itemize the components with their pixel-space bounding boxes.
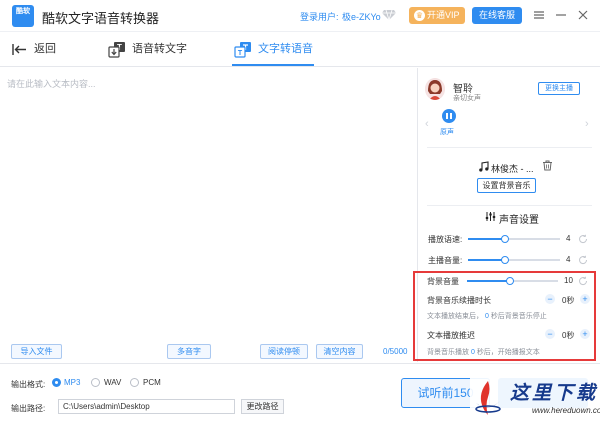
- output-path-field[interactable]: [58, 399, 235, 414]
- background-volume-label: 背景音量: [427, 277, 459, 286]
- diamond-icon: [382, 9, 396, 21]
- tab-speech-to-text-label: 语音转文字: [132, 43, 187, 55]
- volume-slider[interactable]: [468, 256, 560, 264]
- reset-volume-icon[interactable]: [578, 255, 588, 265]
- close-icon[interactable]: [577, 9, 589, 21]
- background-duration-decrease-button[interactable]: −: [545, 294, 555, 304]
- tab-text-to-speech[interactable]: T 文字转语音: [234, 33, 313, 67]
- format-mp3-label[interactable]: MP3: [64, 378, 80, 387]
- tab-speech-to-text[interactable]: T 语音转文字: [108, 33, 187, 67]
- output-path-label: 输出路径:: [11, 404, 46, 413]
- format-wav-radio[interactable]: [91, 378, 100, 387]
- hint-text: 秒后，开始播报文本: [476, 349, 540, 356]
- background-music-name: 林俊杰 - ...: [491, 164, 534, 174]
- format-mp3-radio[interactable]: [52, 378, 61, 387]
- text-delay-label: 文本播放推迟: [427, 331, 475, 340]
- voice-description: 亲切女声: [453, 95, 481, 102]
- hint-text: 秒后背景音乐停止: [490, 313, 547, 320]
- text-input[interactable]: [0, 68, 417, 338]
- text-to-speech-icon: T: [234, 42, 251, 58]
- open-vip-button[interactable]: ♛ 开通VIP: [409, 7, 465, 24]
- output-format-label: 输出格式:: [11, 380, 46, 389]
- watermark: 这里下载 www.hereduown.com: [470, 376, 600, 422]
- hint-value: 0: [484, 313, 489, 320]
- chevron-right-icon[interactable]: ›: [585, 118, 589, 130]
- reset-background-volume-icon[interactable]: [578, 276, 588, 286]
- active-tab-indicator: [232, 64, 314, 66]
- divider: [427, 205, 592, 206]
- volume-slider-handle[interactable]: [501, 256, 509, 264]
- watermark-logo-icon: [475, 381, 501, 415]
- background-duration-value: 0秒: [562, 296, 575, 305]
- change-voice-button[interactable]: 更换主播: [538, 82, 580, 95]
- chevron-left-icon[interactable]: ‹: [425, 118, 429, 130]
- background-volume-slider-handle[interactable]: [506, 277, 514, 285]
- sliders-icon: [485, 212, 496, 221]
- text-delay-decrease-button[interactable]: −: [545, 329, 555, 339]
- clear-content-button[interactable]: 清空内容: [316, 344, 363, 359]
- reading-pause-button[interactable]: 阅读停顿: [260, 344, 308, 359]
- back-arrow-icon: [12, 44, 26, 55]
- divider: [427, 147, 592, 148]
- background-volume-slider-fill: [467, 280, 510, 282]
- text-delay-hint: 背景音乐播放 0 秒后，开始播报文本: [427, 347, 540, 357]
- vip-crown-icon: ♛: [414, 10, 425, 21]
- online-service-button[interactable]: 在线客服: [472, 7, 522, 24]
- trash-icon[interactable]: [542, 160, 553, 171]
- app-title: 酷软文字语音转换器: [42, 11, 160, 26]
- sound-settings-title: 声音设置: [499, 215, 539, 226]
- background-duration-label: 背景音乐续播时长: [427, 296, 491, 305]
- hint-text: 背景音乐播放: [427, 349, 469, 356]
- character-count: 0/5000: [383, 347, 408, 356]
- back-label: 返回: [34, 43, 56, 55]
- volume-label: 主播音量:: [428, 256, 463, 265]
- watermark-text: 这里下载: [510, 382, 599, 404]
- text-editor-area: 导入文件 多音字 阅读停顿 清空内容 0/5000: [0, 68, 418, 362]
- volume-value: 4: [566, 255, 571, 264]
- text-delay-increase-button[interactable]: +: [580, 329, 590, 339]
- open-vip-label: 开通VIP: [427, 10, 460, 20]
- voice-avatar: [425, 78, 445, 100]
- polyphonic-button[interactable]: 多音字: [167, 344, 211, 359]
- svg-text:T: T: [238, 50, 243, 57]
- background-duration-increase-button[interactable]: +: [580, 294, 590, 304]
- speed-slider-handle[interactable]: [501, 235, 509, 243]
- background-duration-hint: 文本播放结束后， 0 秒后背景音乐停止: [427, 311, 547, 321]
- volume-slider-fill: [468, 259, 505, 261]
- format-pcm-label[interactable]: PCM: [143, 378, 161, 387]
- set-background-music-button[interactable]: 设置背景音乐: [477, 178, 536, 193]
- tab-bar: 返回 T 语音转文字 T 文字转语音: [0, 33, 600, 67]
- speed-label: 播放语速:: [428, 235, 463, 244]
- background-volume-slider[interactable]: [467, 277, 558, 285]
- watermark-url: www.hereduown.com: [532, 406, 600, 415]
- voice-pause-button[interactable]: [442, 109, 456, 123]
- reset-speed-icon[interactable]: [578, 234, 588, 244]
- hint-text: 文本播放结束后，: [427, 313, 483, 320]
- original-voice-label: 原声: [440, 129, 454, 136]
- speed-slider[interactable]: [468, 235, 560, 243]
- login-label: 登录用户:: [300, 12, 339, 22]
- music-note-icon: [479, 161, 489, 172]
- import-file-button[interactable]: 导入文件: [11, 344, 62, 359]
- format-wav-label[interactable]: WAV: [104, 378, 121, 387]
- text-delay-value: 0秒: [562, 331, 575, 340]
- pause-icon: [446, 113, 448, 119]
- format-pcm-radio[interactable]: [130, 378, 139, 387]
- background-volume-value: 10: [564, 276, 573, 285]
- tab-text-to-speech-label: 文字转语音: [258, 43, 313, 55]
- pause-icon-bar: [450, 113, 452, 119]
- hint-value: 0: [470, 349, 475, 356]
- change-path-button[interactable]: 更改路径: [241, 399, 284, 414]
- speech-to-text-icon: T: [108, 42, 125, 58]
- menu-icon[interactable]: [533, 9, 545, 21]
- minimize-icon[interactable]: [555, 9, 567, 21]
- speed-value: 4: [566, 234, 571, 243]
- speed-slider-fill: [468, 238, 505, 240]
- app-logo-icon: 酷软: [12, 5, 34, 27]
- back-button[interactable]: 返回: [12, 33, 56, 67]
- login-username[interactable]: 极e-ZKYo: [342, 10, 381, 23]
